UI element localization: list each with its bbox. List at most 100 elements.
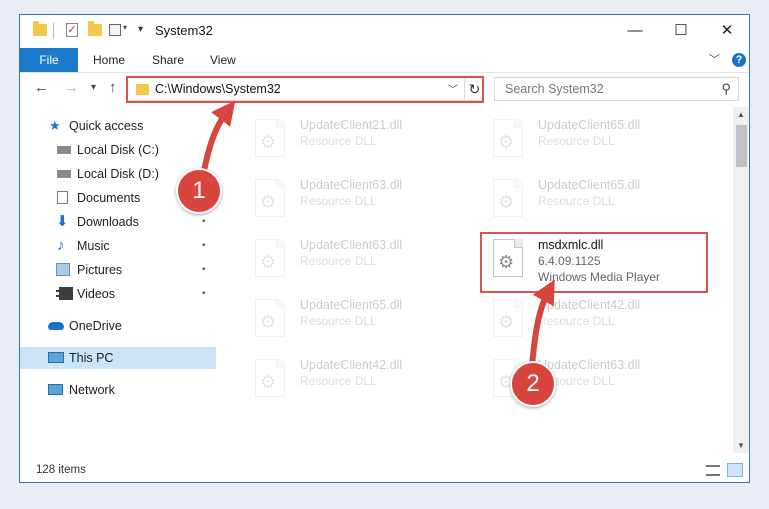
close-button[interactable]: ✕ xyxy=(704,18,749,44)
star-icon: ★ xyxy=(49,118,61,133)
file-highlight-box xyxy=(480,232,708,293)
sidebar-item-music[interactable]: ♪ Music ▪ xyxy=(20,235,216,257)
status-bar: 128 items xyxy=(20,458,749,482)
sidebar-item-label: Quick access xyxy=(69,119,144,133)
customize-toolbar-icon[interactable]: ▾ xyxy=(138,24,143,35)
sidebar-item-label: Local Disk (D:) xyxy=(77,167,159,181)
file-name: UpdateClient42.dll xyxy=(538,298,641,312)
file-type: Resource DLL xyxy=(300,374,377,388)
file-type: Resource DLL xyxy=(300,194,377,208)
sidebar-item-downloads[interactable]: ⬇ Downloads ▪ xyxy=(20,211,216,233)
file-name: UpdateClient63.dll xyxy=(300,238,403,252)
search-icon[interactable]: ⚲ xyxy=(721,81,731,97)
large-icons-view-icon[interactable] xyxy=(727,463,743,477)
sidebar-item-label: Videos xyxy=(77,287,115,301)
sidebar-item-label: Pictures xyxy=(77,263,123,277)
download-arrow-icon: ⬇ xyxy=(56,213,69,230)
sidebar-item-quick-access[interactable]: ★ Quick access xyxy=(20,115,216,137)
file-name: UpdateClient63.dll xyxy=(538,358,641,372)
sidebar-item-label: Downloads xyxy=(77,215,139,229)
tab-share[interactable]: Share xyxy=(152,48,184,72)
documents-icon xyxy=(57,191,68,204)
sidebar-item-this-pc[interactable]: This PC xyxy=(20,347,216,369)
file-type: Resource DLL xyxy=(538,134,615,148)
up-button[interactable]: ↑ xyxy=(109,79,117,96)
dll-file-icon: ⚙ xyxy=(493,299,523,337)
search-placeholder: Search System32 xyxy=(505,82,604,96)
help-icon[interactable]: ? xyxy=(732,53,746,67)
pin-icon[interactable]: ▪ xyxy=(202,235,206,257)
file-item[interactable]: ⚙ UpdateClient21.dll Resource DLL xyxy=(245,113,455,165)
details-view-icon[interactable] xyxy=(706,465,720,476)
navigation-pane: ★ Quick access Local Disk (C:) Local Dis… xyxy=(20,113,216,453)
tab-view[interactable]: View xyxy=(210,48,236,72)
vertical-scrollbar[interactable]: ▲ ▼ xyxy=(733,107,749,453)
recent-locations-icon[interactable]: ▾ xyxy=(91,82,96,93)
pin-icon[interactable]: ▪ xyxy=(202,283,206,305)
dll-file-icon: ⚙ xyxy=(255,299,285,337)
sidebar-item-label: Local Disk (C:) xyxy=(77,143,159,157)
pictures-icon xyxy=(56,263,70,276)
gear-icon: ⚙ xyxy=(498,312,515,332)
file-type: Resource DLL xyxy=(538,194,615,208)
file-item[interactable]: ⚙ UpdateClient42.dll Resource DLL xyxy=(245,353,455,405)
file-item[interactable]: ⚙ UpdateClient65.dll Resource DLL xyxy=(483,173,693,225)
sidebar-item-onedrive[interactable]: OneDrive xyxy=(20,315,216,337)
computer-icon xyxy=(48,352,64,363)
sidebar-item-label: Network xyxy=(69,383,115,397)
gear-icon: ⚙ xyxy=(260,312,277,332)
new-folder-icon[interactable] xyxy=(88,21,102,36)
gear-icon: ⚙ xyxy=(260,252,277,272)
minimize-button[interactable]: — xyxy=(612,18,658,44)
cloud-icon xyxy=(48,322,64,330)
tab-file[interactable]: File xyxy=(20,48,78,72)
scroll-up-icon[interactable]: ▲ xyxy=(737,110,745,119)
folder-icon xyxy=(33,21,47,36)
properties-check-icon[interactable]: ✓ xyxy=(66,23,78,37)
window-title: System32 xyxy=(155,23,213,38)
quick-access-toolbar-caret-icon[interactable]: ▾ xyxy=(123,23,127,32)
gear-icon: ⚙ xyxy=(260,372,277,392)
dll-file-icon: ⚙ xyxy=(255,239,285,277)
file-name: UpdateClient65.dll xyxy=(300,298,403,312)
pin-icon[interactable]: ▪ xyxy=(202,211,206,233)
file-item[interactable]: ⚙ UpdateClient65.dll Resource DLL xyxy=(483,113,693,165)
item-count: 128 items xyxy=(36,464,86,476)
sidebar-item-videos[interactable]: Videos ▪ xyxy=(20,283,216,305)
gear-icon: ⚙ xyxy=(498,192,515,212)
file-item[interactable]: ⚙ UpdateClient65.dll Resource DLL xyxy=(245,293,455,345)
pin-icon[interactable]: ▪ xyxy=(202,259,206,281)
sidebar-item-pictures[interactable]: Pictures ▪ xyxy=(20,259,216,281)
file-item[interactable]: ⚙ UpdateClient63.dll Resource DLL xyxy=(245,173,455,225)
sidebar-item-network[interactable]: Network xyxy=(20,379,216,401)
sidebar-item-label: OneDrive xyxy=(69,319,122,333)
tab-home[interactable]: Home xyxy=(93,48,125,72)
divider xyxy=(53,23,54,39)
file-type: Resource DLL xyxy=(300,254,377,268)
scroll-down-icon[interactable]: ▼ xyxy=(737,441,745,450)
expand-ribbon-icon[interactable]: ﹀ xyxy=(709,49,720,71)
network-icon xyxy=(48,384,63,395)
step-badge-2: 2 xyxy=(510,361,556,407)
maximize-button[interactable]: ☐ xyxy=(658,18,704,44)
videos-icon xyxy=(56,287,73,300)
file-item[interactable]: ⚙ UpdateClient42.dll Resource DLL xyxy=(483,293,693,345)
back-button[interactable]: ← xyxy=(34,79,49,96)
file-name: UpdateClient65.dll xyxy=(538,178,641,192)
explorer-window: ✓ ▾ ▾ System32 — ☐ ✕ File Home Share Vie… xyxy=(19,14,750,483)
dll-file-icon: ⚙ xyxy=(255,119,285,157)
step-badge-1: 1 xyxy=(176,168,222,214)
file-name: UpdateClient63.dll xyxy=(300,178,403,192)
scroll-thumb[interactable] xyxy=(736,125,747,167)
sidebar-item-label: Music xyxy=(77,239,110,253)
gear-icon: ⚙ xyxy=(498,132,515,152)
forward-button[interactable]: → xyxy=(64,79,79,96)
properties-icon[interactable] xyxy=(109,24,121,36)
search-input[interactable]: Search System32 ⚲ xyxy=(494,77,739,101)
drive-icon xyxy=(57,170,71,178)
address-highlight-box xyxy=(126,76,484,103)
sidebar-item-local-disk-c[interactable]: Local Disk (C:) xyxy=(20,139,216,161)
file-name: UpdateClient21.dll xyxy=(300,118,403,132)
sidebar-item-label: Documents xyxy=(77,191,141,205)
file-item[interactable]: ⚙ UpdateClient63.dll Resource DLL xyxy=(245,233,455,285)
